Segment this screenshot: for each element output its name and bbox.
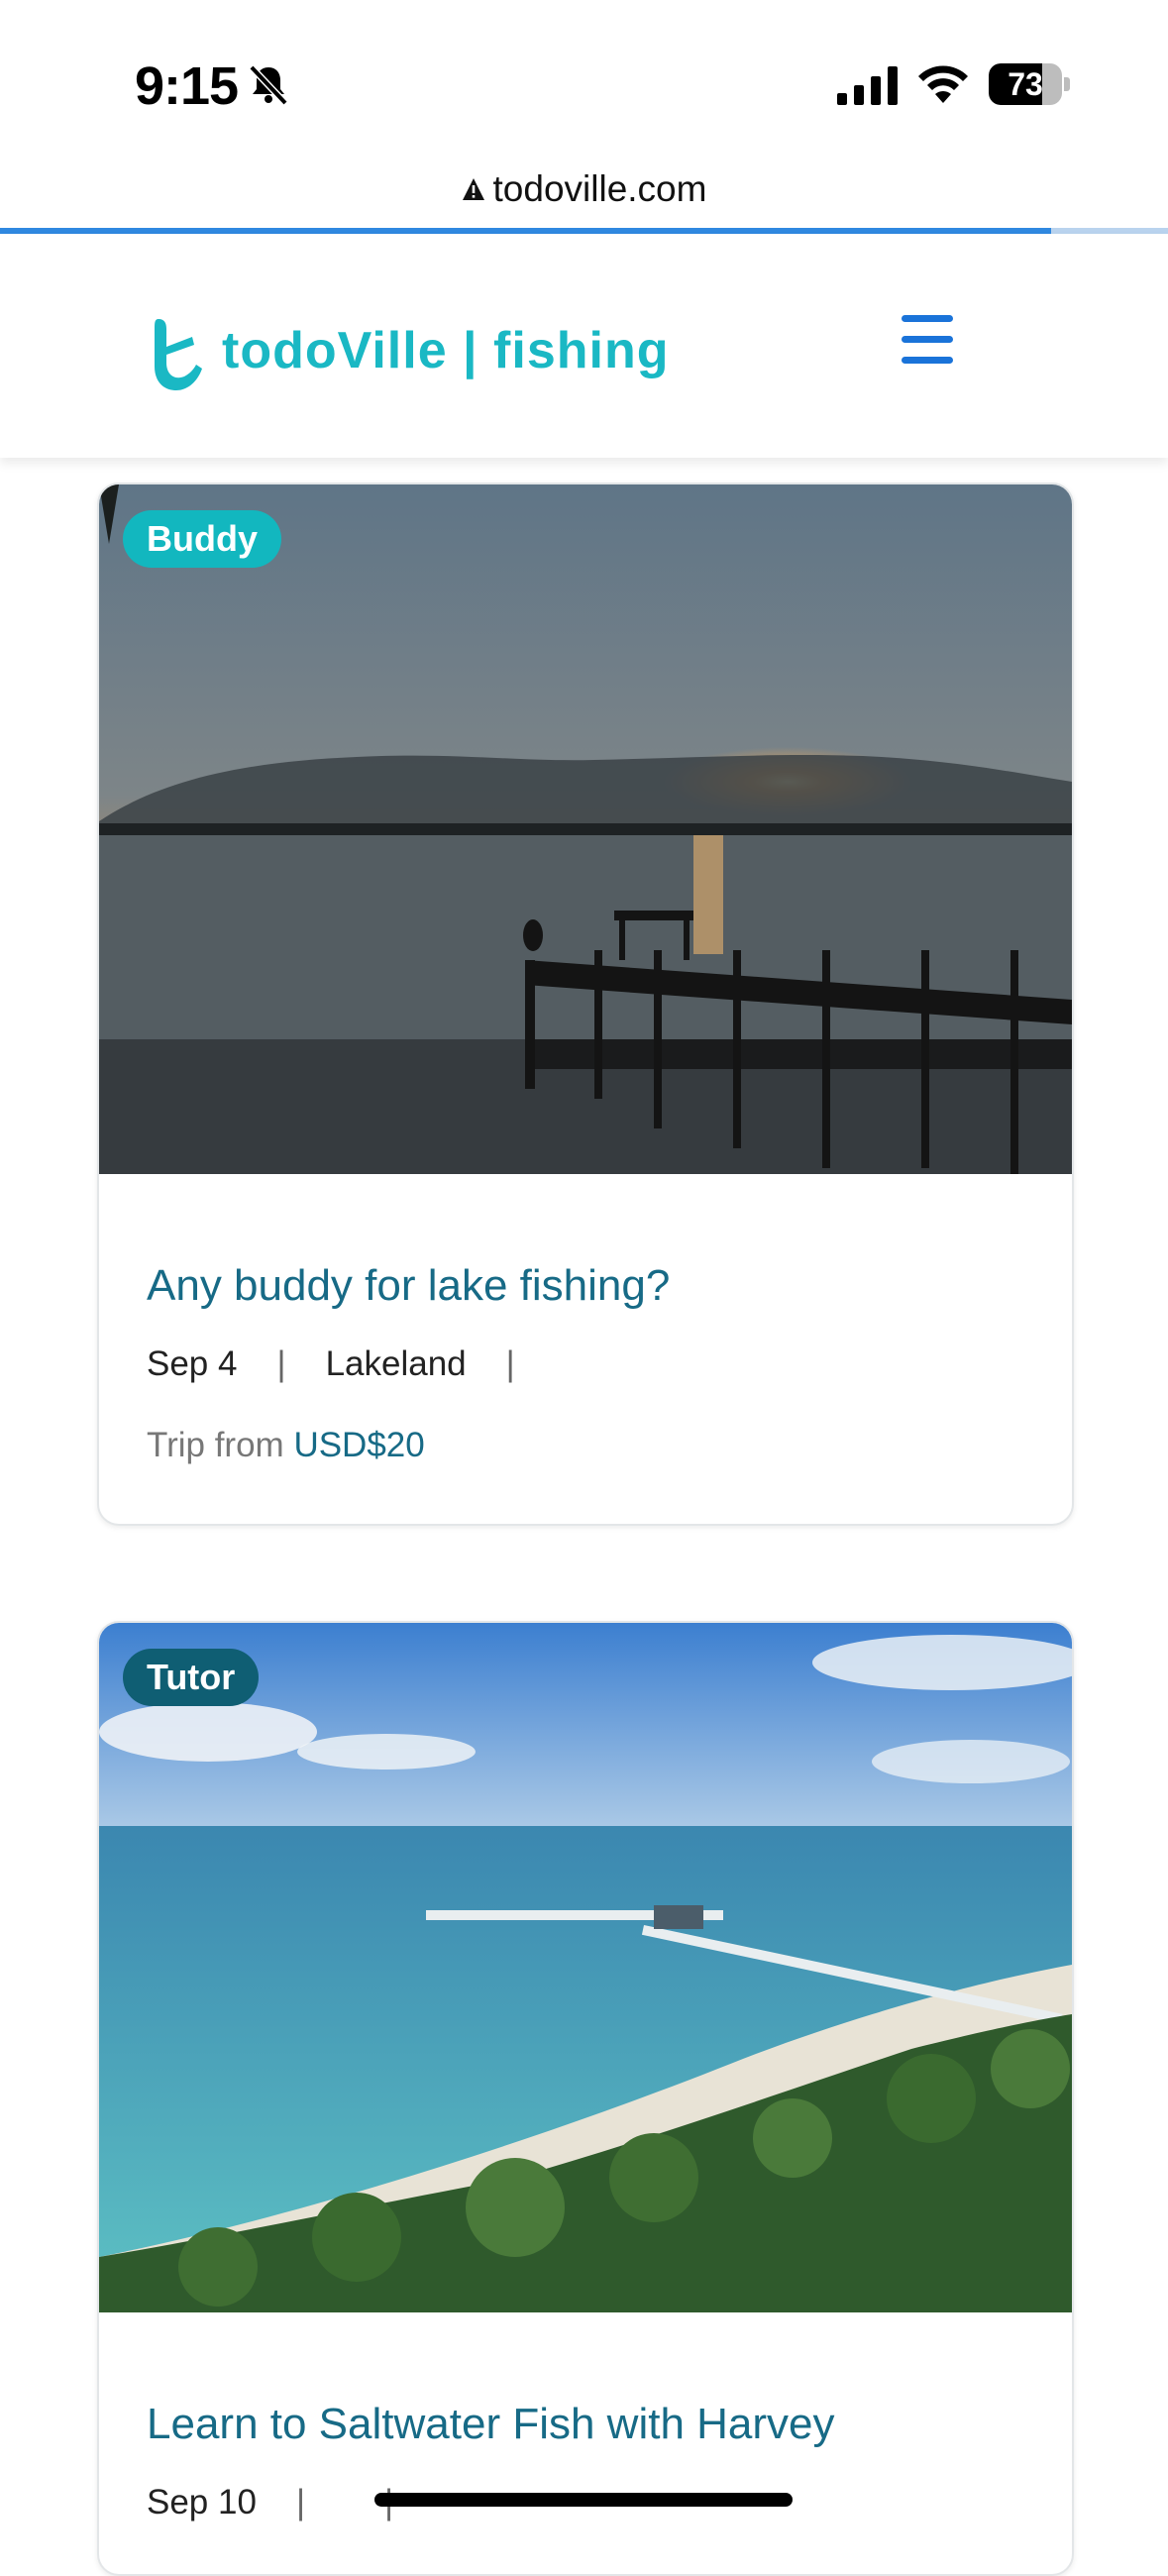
hamburger-menu-icon[interactable] — [898, 313, 957, 367]
card-date: Sep 4 — [147, 1344, 238, 1383]
listing-card[interactable]: Buddy Any buddy for lake fishing? Sep 4 |… — [97, 483, 1074, 1526]
site-logo-text[interactable]: todoVille | fishing — [222, 321, 669, 380]
warning-icon — [462, 178, 484, 200]
card-title[interactable]: Learn to Saltwater Fish with Harvey — [147, 2400, 835, 2449]
lake-sunset-pier-image[interactable] — [99, 484, 1072, 1174]
cellular-signal-icon — [837, 66, 898, 105]
card-date: Sep 10 — [147, 2483, 257, 2522]
meta-separator: | — [505, 1344, 515, 1383]
home-indicator[interactable] — [374, 2493, 793, 2507]
card-meta: Sep 4 | Lakeland | — [147, 1344, 555, 1384]
bell-slash-icon — [249, 64, 288, 106]
status-bar: 9:15 73 — [0, 0, 1168, 149]
site-header: todoVille | fishing — [0, 234, 1168, 458]
category-badge: Buddy — [123, 510, 281, 568]
price-amount: USD$20 — [293, 1426, 425, 1464]
status-time: 9:15 — [135, 56, 239, 116]
card-price: Trip from USD$20 — [147, 1426, 425, 1465]
card-location: Lakeland — [325, 1344, 467, 1383]
meta-separator: | — [295, 2483, 306, 2522]
category-badge: Tutor — [123, 1649, 260, 1706]
beach-pier-aerial-image[interactable] — [99, 1623, 1072, 2312]
card-title[interactable]: Any buddy for lake fishing? — [147, 1261, 670, 1311]
address-bar[interactable]: todoville.com — [0, 168, 1168, 218]
listing-card[interactable]: Tutor Learn to Saltwater Fish with Harve… — [97, 1621, 1074, 2576]
battery-level: 73 — [1008, 66, 1043, 102]
wifi-icon — [918, 65, 968, 103]
meta-separator: | — [276, 1344, 286, 1383]
price-prefix: Trip from — [147, 1426, 284, 1464]
todoville-logo-icon[interactable] — [149, 317, 204, 392]
battery-icon: 73 — [989, 63, 1070, 107]
url-text[interactable]: todoville.com — [493, 168, 707, 210]
